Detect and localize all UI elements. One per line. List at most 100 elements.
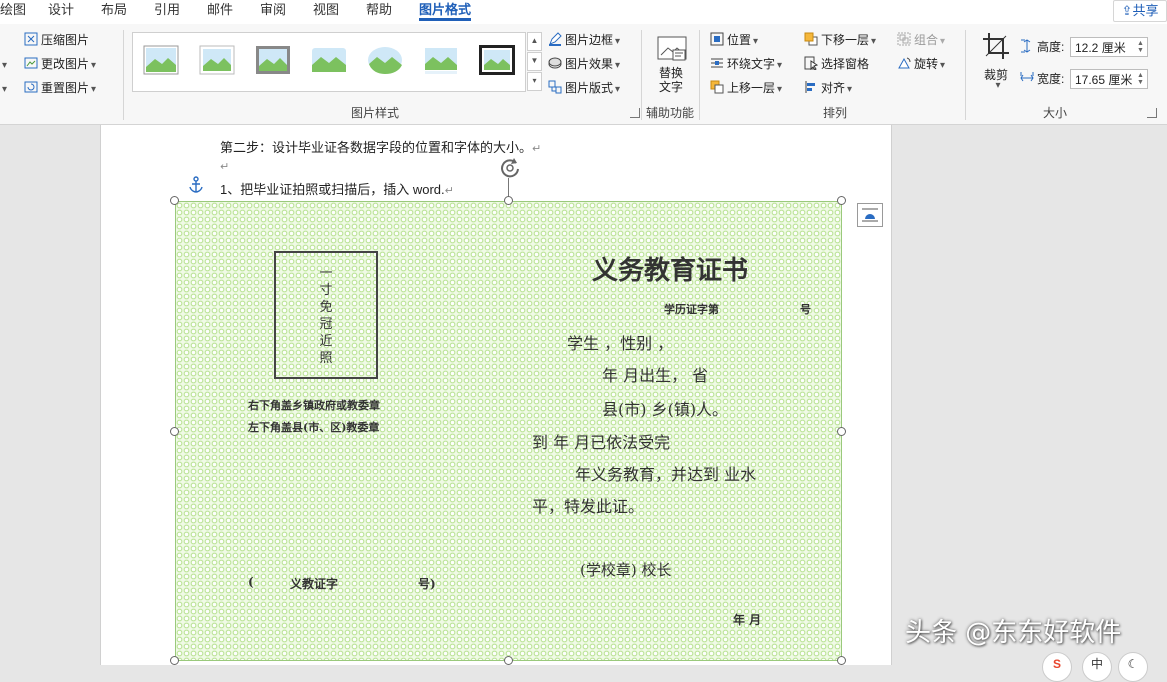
stamp-note-1: 右下角盖乡镇政府或教委章	[248, 399, 380, 412]
effects-icon	[548, 57, 562, 69]
group-label-picture-styles: 图片样式	[350, 106, 399, 120]
picture-layout-button[interactable]: 图片版式 ▾	[548, 78, 620, 98]
adjust-dropdown[interactable]: ▾	[0, 54, 12, 74]
alt-text-button[interactable]: 替换 文字	[653, 34, 689, 98]
tab-layout[interactable]: 布局	[101, 0, 127, 22]
resize-handle-bottom-left[interactable]	[170, 656, 179, 665]
resize-handle-right[interactable]	[837, 427, 846, 436]
doc-text-step2[interactable]: 第二步：设计毕业证各数据字段的位置和字体的大小。↵	[220, 137, 541, 156]
gallery-more[interactable]: ▾	[527, 72, 542, 91]
edu-no-open: (	[248, 575, 254, 589]
tab-design[interactable]: 设计	[48, 0, 74, 22]
rotate-handle-icon[interactable]	[498, 155, 522, 179]
style-thumb-1[interactable]	[143, 45, 179, 75]
picture-styles-gallery	[132, 32, 526, 92]
gallery-scroll-down[interactable]: ▼	[527, 52, 542, 71]
tab-picture-format[interactable]: 图片格式	[419, 0, 472, 22]
position-button[interactable]: 位置 ▾	[710, 30, 758, 50]
change-picture-icon	[24, 57, 38, 69]
wrap-text-icon	[711, 58, 723, 68]
height-spinner[interactable]: ▲ ▼	[1137, 40, 1145, 54]
style-thumb-4[interactable]	[311, 45, 347, 75]
watermark-text: 头条 @东东好软件	[905, 618, 1122, 648]
reset-picture-button[interactable]: 重置图片 ▾	[24, 78, 96, 98]
rotate-button[interactable]: 旋转 ▾	[897, 54, 945, 74]
wrap-text-button[interactable]: 环绕文字 ▾	[710, 54, 782, 74]
resize-handle-top-right[interactable]	[837, 196, 846, 205]
style-thumb-6[interactable]	[423, 45, 459, 75]
group-label-accessibility: 辅助功能	[645, 106, 694, 120]
ime-mode-button[interactable]: 中	[1082, 652, 1112, 682]
tab-view[interactable]: 视图	[313, 0, 339, 22]
change-picture-button[interactable]: 更改图片 ▾	[24, 54, 96, 74]
cert-body-line-1: 学生 ，性别 ，	[567, 334, 674, 353]
ime-logo-icon[interactable]: S	[1042, 652, 1072, 682]
doc-empty-line[interactable]: ↵	[220, 158, 229, 173]
tab-draw[interactable]: 绘图	[0, 0, 26, 22]
selection-pane-button[interactable]: 选择窗格	[804, 54, 869, 74]
cert-body-line-3: 县(市) 乡(镇)人。	[602, 400, 729, 419]
width-label: 宽度:	[1020, 69, 1064, 89]
resize-handle-bottom[interactable]	[504, 656, 513, 665]
width-spinner[interactable]: ▲ ▼	[1137, 72, 1145, 86]
stamp-note-2: 左下角盖县(市、区)教委章	[248, 421, 380, 434]
rotate-icon	[898, 57, 911, 69]
layout-options-button[interactable]	[857, 203, 883, 227]
paragraph-mark: ↵	[532, 143, 542, 155]
resize-handle-top-left[interactable]	[170, 196, 179, 205]
align-button[interactable]: 对齐 ▾	[804, 78, 852, 98]
group-label-size: 大小	[1042, 106, 1067, 120]
edu-no-label: 义教证字	[290, 577, 339, 591]
bring-forward-button[interactable]: 上移一层 ▾	[710, 78, 782, 98]
align-icon	[805, 81, 815, 93]
size-launcher[interactable]	[1147, 108, 1157, 118]
separator	[965, 30, 966, 120]
tab-review[interactable]: 审阅	[260, 0, 286, 22]
separator	[699, 30, 700, 120]
group-objects-button[interactable]: 组合 ▾	[897, 30, 945, 50]
style-thumb-2[interactable]	[199, 45, 235, 75]
crop-button[interactable]: 裁剪 ▾	[976, 32, 1016, 98]
resize-handle-top[interactable]	[504, 196, 513, 205]
doc-text-insert[interactable]: 1、把毕业证拍照或扫描后，插入 word.↵	[220, 179, 454, 198]
separator	[123, 30, 124, 120]
picture-effects-button[interactable]: 图片效果 ▾	[548, 54, 620, 74]
picture-styles-launcher[interactable]	[630, 108, 640, 118]
width-input[interactable]: 17.65 厘米 ▲ ▼	[1070, 69, 1148, 89]
style-thumb-5[interactable]	[367, 45, 403, 75]
alt-text-icon	[657, 36, 687, 61]
style-thumb-7[interactable]	[479, 45, 515, 75]
picture-border-button[interactable]: 图片边框 ▾	[548, 30, 620, 50]
adjust-dropdown-2[interactable]: ▾	[0, 78, 12, 98]
certificate-image[interactable]: 义务教育证书 学历证字第 号 一 寸 免 冠 近 照 右下角盖乡镇政府或教委章 …	[175, 201, 842, 661]
resize-handle-bottom-right[interactable]	[837, 656, 846, 665]
cert-title: 义务教育证书	[592, 256, 749, 286]
width-icon	[1020, 72, 1034, 82]
resize-handle-left[interactable]	[170, 427, 179, 436]
tab-help[interactable]: 帮助	[366, 0, 392, 22]
cert-date: 年 月	[733, 613, 762, 627]
layout-options-icon	[862, 208, 878, 222]
group-label-arrange: 排列	[822, 106, 847, 120]
cert-body-line-6: 平，特发此证。	[532, 497, 645, 516]
cert-school-signature: (学校章) 校长	[580, 561, 672, 579]
ribbon: 压缩图片 更改图片 ▾ 重置图片 ▾ ▾ ▾ ▲ ▼ ▾ 图片边框 ▾ 图片效果 ▾ 图…	[0, 24, 1167, 125]
height-icon	[1021, 39, 1031, 53]
height-input[interactable]: 12.2 厘米 ▲ ▼	[1070, 37, 1148, 57]
tab-references[interactable]: 引用	[154, 0, 180, 22]
photo-placeholder-box: 一 寸 免 冠 近 照	[274, 251, 378, 379]
send-backward-button[interactable]: 下移一层 ▾	[804, 30, 876, 50]
tab-mailings[interactable]: 邮件	[207, 0, 233, 22]
ribbon-tabs: 绘图 设计 布局 引用 邮件 审阅 视图 帮助 图片格式 ⇪共享	[0, 0, 1167, 25]
cert-no-label: 学历证字第	[664, 303, 719, 316]
reset-picture-icon	[24, 81, 38, 93]
ime-moon-icon[interactable]: ☾	[1118, 652, 1148, 682]
compress-pictures-button[interactable]: 压缩图片	[24, 30, 89, 50]
gallery-scroll-up[interactable]: ▲	[527, 32, 542, 51]
edu-no-close: 号)	[418, 577, 436, 591]
crop-icon	[983, 33, 1009, 59]
cert-body-line-2: 年 月出生， 省	[602, 366, 709, 385]
style-thumb-3[interactable]	[255, 45, 291, 75]
height-label: 高度:	[1020, 37, 1064, 57]
share-button[interactable]: ⇪共享	[1113, 0, 1167, 22]
